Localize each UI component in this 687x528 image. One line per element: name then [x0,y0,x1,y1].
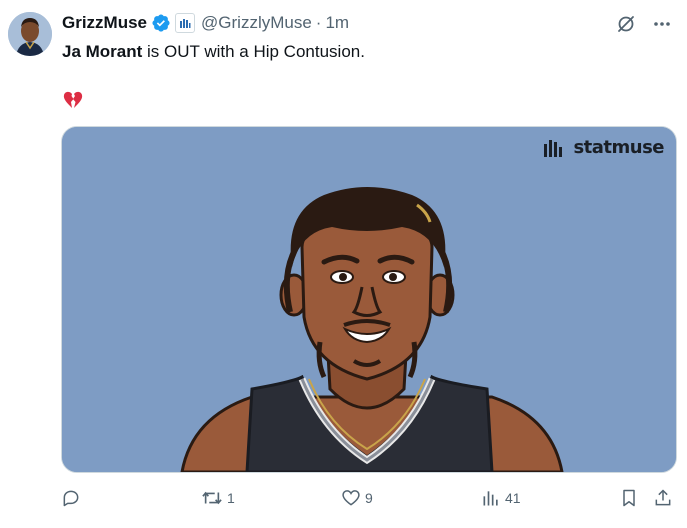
bookmark-icon [623,489,635,507]
grok-icon[interactable] [615,13,637,35]
retweet-icon [202,491,222,505]
statmuse-logo-icon [544,139,563,157]
separator-dot: · [315,13,322,32]
broken-heart-icon [62,89,84,111]
heart-icon [342,490,360,506]
tweet-top-actions [615,13,673,35]
tweet-media-image[interactable]: statmuse [61,126,677,473]
more-options-icon[interactable] [651,13,673,35]
retweet-button[interactable]: 1 [201,484,235,512]
statmuse-affiliate-icon[interactable] [175,13,196,33]
like-count: 9 [365,490,373,506]
avatar[interactable] [8,12,52,56]
player-name[interactable]: Ja Morant [62,42,142,61]
verified-badge-icon [151,13,171,33]
statmuse-watermark: statmuse [543,137,664,158]
views-button[interactable]: 41 [481,484,521,512]
bookmark-button[interactable] [619,484,639,512]
tweet-text-body: is OUT with a Hip Contusion. [142,42,365,61]
tweet-action-bar: 1 9 41 [55,484,685,512]
author-handle[interactable]: @GrizzlyMuse [201,13,312,33]
retweet-count: 1 [227,490,235,506]
display-name[interactable]: GrizzMuse [62,13,147,33]
timestamp[interactable]: 1m [325,13,349,33]
like-button[interactable]: 9 [341,484,373,512]
player-illustration [62,127,676,472]
share-icon [655,489,671,506]
views-count: 41 [505,490,521,506]
tweet-header: GrizzMuse @GrizzlyMuse · 1m [62,12,349,34]
tweet[interactable]: GrizzMuse @GrizzlyMuse · 1m Ja Morant is… [0,0,687,528]
reply-button[interactable] [61,484,85,512]
tweet-text: Ja Morant is OUT with a Hip Contusion. [62,41,365,63]
share-button[interactable] [653,484,673,512]
avatar-image [8,12,52,56]
views-icon [483,491,498,506]
statmuse-watermark-text: statmuse [573,137,664,158]
reply-icon [63,490,79,507]
